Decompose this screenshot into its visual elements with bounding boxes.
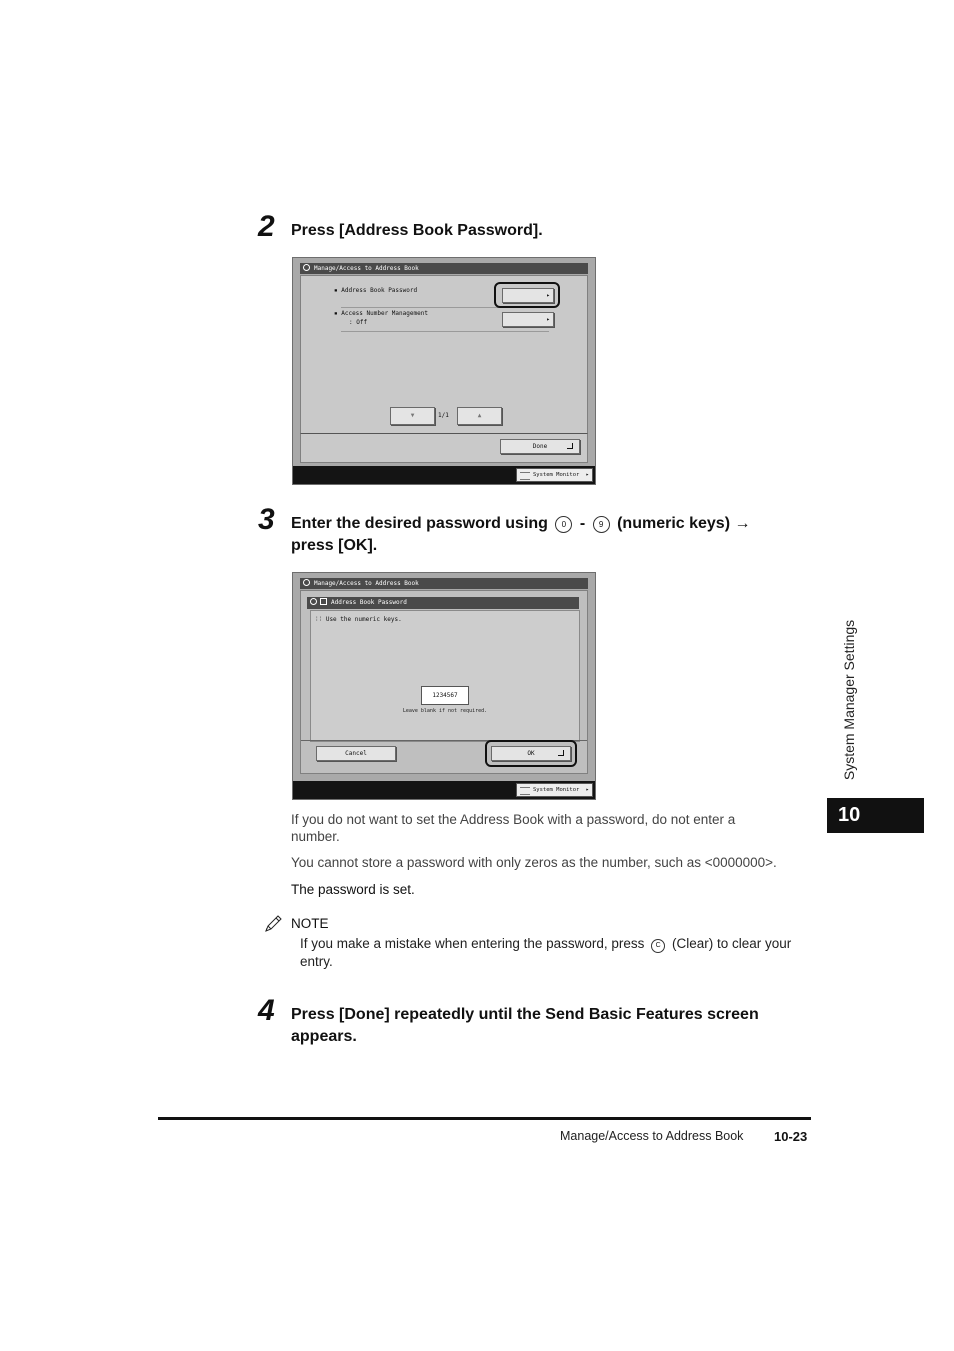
page-indicator: 1/1 [438, 412, 449, 419]
cancel-button[interactable]: Cancel [316, 746, 396, 761]
screen-title-bar: Manage/Access to Address Book [300, 263, 588, 274]
system-monitor-button[interactable]: System Monitor ▸ [516, 783, 593, 797]
footer-section: Manage/Access to Address Book [560, 1129, 744, 1143]
dialog-title-bar: Address Book Password [307, 597, 579, 609]
triangle-down-icon: ▼ [410, 412, 415, 419]
step-number-3: 3 [258, 503, 275, 536]
list-item-label: ▪ Address Book Password [334, 287, 418, 294]
settings-icon [310, 598, 317, 605]
triangle-up-icon: ▲ [477, 412, 482, 419]
note-text: If you make a mistake when entering the … [300, 936, 792, 969]
note-no-password: If you do not want to set the Address Bo… [291, 812, 736, 844]
dialog-title: Address Book Password [331, 599, 407, 606]
screen-title: Manage/Access to Address Book [314, 265, 419, 272]
settings-icon [303, 264, 310, 271]
address-book-icon [320, 598, 327, 605]
password-input[interactable]: 1234567 [421, 686, 469, 705]
dialog-body: ⁞⁞ Use the numeric keys. 1234567 Leave b… [310, 610, 580, 742]
step-number-4: 4 [258, 994, 275, 1027]
monitor-icon [520, 787, 530, 795]
chapter-tab: 10 [827, 798, 924, 833]
highlight-ring [494, 282, 560, 308]
numeric-key-0-icon: 0 [555, 516, 573, 533]
step-4-text: Press [Done] repeatedly until the Send B… [291, 1006, 759, 1045]
result-text: The password is set. [291, 882, 415, 897]
scroll-down-button[interactable]: ▼ [390, 407, 435, 425]
chapter-side-label: System Manager Settings [841, 619, 857, 781]
screen-address-book-password: Manage/Access to Address Book Address Bo… [292, 572, 596, 800]
clear-key-icon: C [651, 939, 666, 953]
done-button[interactable]: Done [500, 439, 580, 454]
note-zeros: You cannot store a password with only ze… [291, 855, 777, 870]
list-item-sub: : Off [349, 319, 368, 326]
scroll-up-button[interactable]: ▲ [457, 407, 502, 425]
step-2-text: Press [Address Book Password]. [291, 222, 543, 239]
instruction-text: ⁞⁞ Use the numeric keys. [315, 616, 402, 623]
screen-title: Manage/Access to Address Book [314, 580, 419, 587]
step-number-2: 2 [258, 210, 275, 243]
screen-title-bar: Manage/Access to Address Book [300, 578, 588, 589]
access-number-management-button[interactable]: ▸ [502, 312, 554, 327]
screen-manage-address-book: Manage/Access to Address Book ▪ Address … [292, 257, 596, 485]
system-monitor-button[interactable]: System Monitor ▸ [516, 468, 593, 482]
step-3-text: Enter the desired password using 0 - 9 (… [291, 515, 751, 554]
dialog-backdrop: Address Book Password ⁞⁞ Use the numeric… [300, 590, 588, 774]
settings-icon [303, 579, 310, 586]
chevron-right-icon: ▸ [585, 787, 589, 793]
list-item-label: ▪ Access Number Management [334, 310, 428, 317]
system-monitor-bar: System Monitor ▸ [293, 466, 595, 484]
chevron-right-icon: ▸ [585, 472, 589, 478]
settings-list-panel: ▪ Address Book Password ▪ Access Number … [300, 275, 588, 435]
hint-text: Leave blank if not required. [402, 708, 488, 714]
page-number: 10-23 [774, 1129, 808, 1144]
chevron-right-icon: ▸ [546, 316, 550, 323]
numeric-key-9-icon: 9 [592, 516, 610, 533]
system-monitor-bar: System Monitor ▸ [293, 781, 595, 799]
action-bar: Done [300, 433, 588, 463]
pencil-icon [262, 913, 284, 935]
note-label: NOTE [291, 916, 329, 931]
highlight-ring [485, 740, 577, 767]
footer-rule [158, 1117, 811, 1120]
list-divider [341, 331, 549, 332]
monitor-icon [520, 472, 530, 480]
enter-icon [567, 443, 573, 449]
keypad-icon: ⁞⁞ [315, 616, 323, 623]
